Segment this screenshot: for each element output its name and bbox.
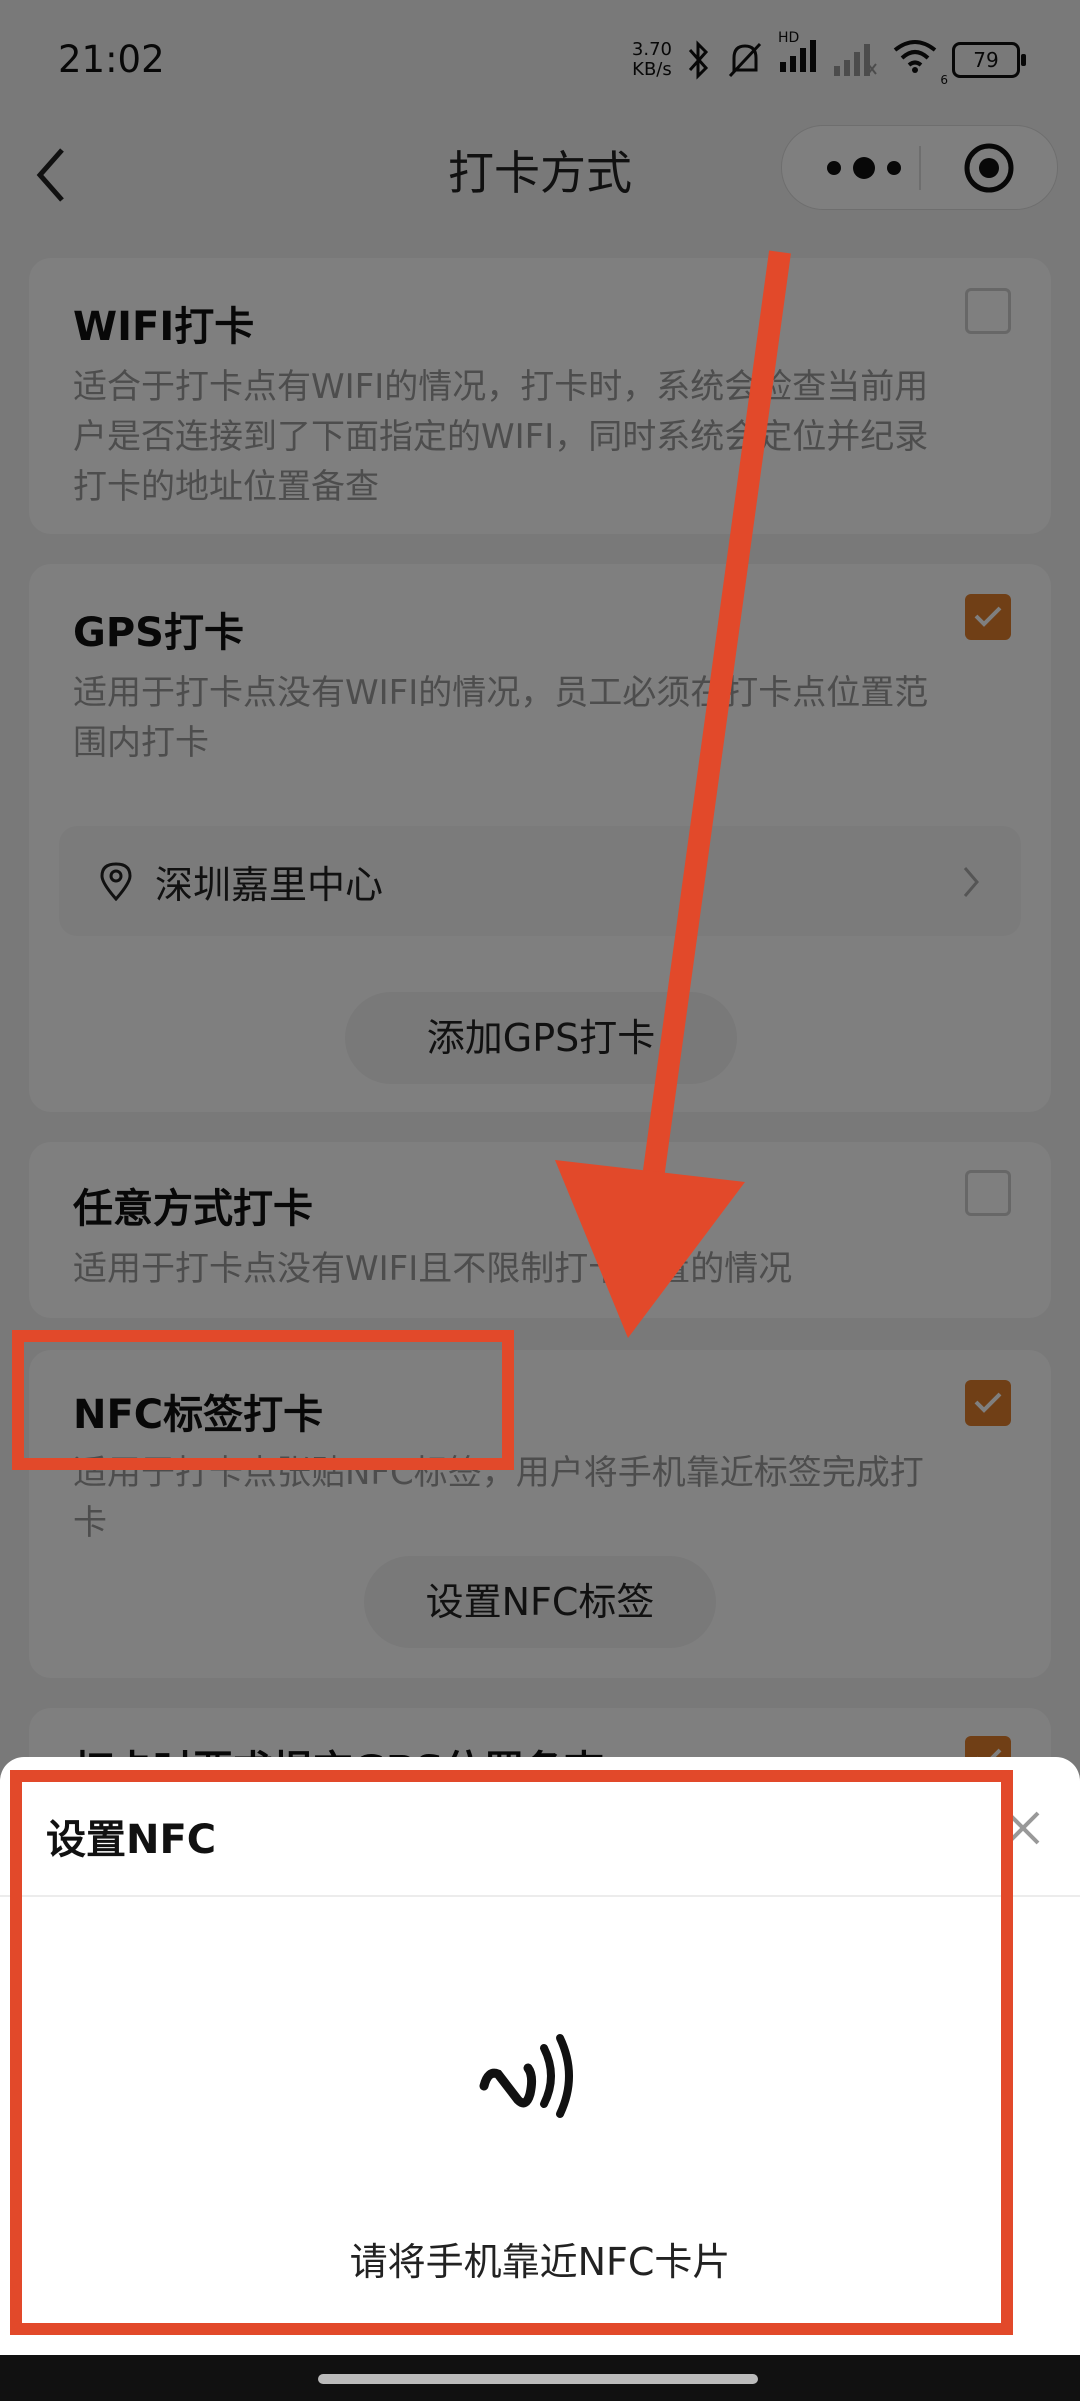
annotation-nfc-sheet-box [10,1770,1013,2335]
annotation-nfc-title-box [12,1330,514,1470]
home-indicator[interactable] [318,2374,758,2384]
